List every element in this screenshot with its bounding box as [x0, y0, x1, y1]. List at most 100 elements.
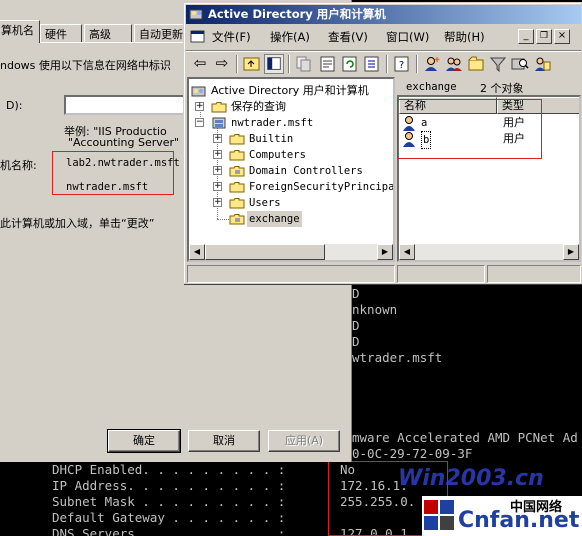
scroll-thumb[interactable]: [205, 244, 325, 260]
brand-english: Cnfan.net: [458, 508, 580, 533]
console-label: DNS Servers . . . . . . . . . :: [52, 526, 293, 536]
ad-root-icon: [191, 86, 206, 97]
toolbar-separator: [288, 55, 290, 73]
toolbar-separator: [416, 55, 418, 73]
ou-icon: [229, 214, 245, 225]
tree-connector: [217, 219, 229, 220]
console-line: 0-0C-29-72-09-3F: [352, 446, 473, 461]
console-line: D: [352, 286, 360, 301]
toolbar-separator: [386, 55, 388, 73]
tree-root-label: Active Directory 用户和计算机: [211, 84, 369, 97]
folder-icon: [229, 150, 245, 161]
apply-button[interactable]: 应用(A): [268, 430, 340, 452]
new-ou-icon[interactable]: [466, 54, 486, 74]
tree-item-label: Builtin: [249, 133, 294, 145]
tree-item-label: nwtrader.msft: [231, 117, 314, 129]
tree-horizontal-scrollbar[interactable]: ◀ ▶: [189, 244, 393, 260]
menu-action[interactable]: 操作(A): [270, 29, 310, 45]
console-label: IP Address. . . . . . . . . . :: [52, 478, 293, 493]
console-tree: Active Directory 用户和计算机 + 保存的查询 − nwtrad…: [187, 77, 395, 262]
list-horizontal-scrollbar[interactable]: ◀ ▶: [399, 244, 579, 260]
domain-icon: [212, 117, 226, 129]
computer-description-input[interactable]: [64, 95, 194, 115]
ou-icon: [229, 166, 245, 177]
folder-icon: [211, 102, 227, 113]
tree-item-label: 保存的查询: [231, 100, 286, 113]
menu-file[interactable]: 文件(F): [212, 29, 251, 45]
scroll-right-icon[interactable]: ▶: [563, 244, 579, 260]
tab-hardware[interactable]: 硬件: [40, 24, 82, 42]
toolbar: ⇦ ⇨ ?: [186, 50, 581, 76]
console-line: D: [352, 318, 360, 333]
status-bar-left: [187, 265, 395, 283]
copy-icon[interactable]: [294, 54, 314, 74]
tree-item-label: Users: [249, 197, 281, 209]
collapse-icon[interactable]: −: [195, 118, 204, 127]
menu-view[interactable]: 查看(V): [328, 29, 368, 45]
tab-advanced[interactable]: 高级: [84, 24, 132, 42]
console-line: wtrader.msft: [352, 350, 443, 365]
site-watermark: Win2003.cn: [398, 466, 544, 491]
system-menu-icon[interactable]: [190, 29, 206, 45]
forward-icon[interactable]: ⇨: [212, 54, 232, 74]
back-icon[interactable]: ⇦: [190, 54, 210, 74]
help-icon[interactable]: ?: [392, 54, 412, 74]
refresh-icon[interactable]: [340, 54, 360, 74]
console-line: mware Accelerated AMD PCNet Ad: [352, 430, 578, 445]
folder-icon: [229, 134, 245, 145]
list-title: exchange: [406, 81, 457, 93]
tree-item-label: exchange: [247, 211, 302, 227]
new-user-icon[interactable]: [422, 54, 442, 74]
cancel-button[interactable]: 取消: [188, 430, 260, 452]
console-label: DHCP Enabled. . . . . . . . . :: [52, 462, 293, 477]
ok-button[interactable]: 确定: [107, 429, 181, 453]
scroll-left-icon[interactable]: ◀: [399, 244, 415, 260]
window-title: Active Directory 用户和计算机: [208, 7, 386, 21]
annotation-box-name: [52, 151, 174, 195]
show-hide-tree-icon[interactable]: [264, 54, 284, 74]
svg-text:?: ?: [399, 60, 404, 71]
close-icon[interactable]: ×: [554, 29, 570, 44]
status-bar-middle: [397, 265, 485, 283]
status-bar-right: [487, 265, 581, 283]
intro-text: ndows 使用以下信息在网络中标识: [0, 59, 171, 72]
filter-icon[interactable]: [488, 54, 508, 74]
expand-icon[interactable]: +: [195, 102, 204, 111]
console-line: nknown: [352, 302, 398, 317]
description-label: D):: [6, 99, 23, 112]
console-label: Default Gateway . . . . . . . :: [52, 510, 293, 525]
expand-icon[interactable]: +: [213, 166, 222, 175]
expand-icon[interactable]: +: [213, 150, 222, 159]
expand-icon[interactable]: +: [213, 198, 222, 207]
object-count: 2 个对象: [480, 82, 524, 95]
brand-watermark: 中国网络 Cnfan.net: [422, 496, 582, 536]
tree-item-label: Computers: [249, 149, 306, 161]
menu-help[interactable]: 帮助(H): [444, 29, 485, 45]
ad-users-computers-window: Active Directory 用户和计算机 文件(F) 操作(A) 查看(V…: [183, 2, 582, 284]
minimize-icon[interactable]: _: [518, 29, 534, 44]
properties-icon[interactable]: [318, 54, 338, 74]
scroll-right-icon[interactable]: ▶: [377, 244, 393, 260]
up-level-icon[interactable]: [242, 54, 262, 74]
folder-icon: [229, 198, 245, 209]
expand-icon[interactable]: +: [213, 182, 222, 191]
tab-computer-name[interactable]: 算机名: [0, 20, 40, 43]
ad-app-icon: [189, 9, 203, 20]
find-icon[interactable]: [510, 54, 530, 74]
new-group-icon[interactable]: [444, 54, 464, 74]
scroll-left-icon[interactable]: ◀: [189, 244, 205, 260]
restore-icon[interactable]: ❐: [536, 29, 552, 44]
expand-icon[interactable]: +: [213, 134, 222, 143]
add-to-group-icon[interactable]: [532, 54, 552, 74]
full-name-label: 机名称:: [0, 159, 37, 172]
folder-icon: [229, 182, 245, 193]
title-bar[interactable]: Active Directory 用户和计算机: [186, 5, 581, 24]
annotation-box-users: [397, 99, 542, 159]
menu-window[interactable]: 窗口(W): [386, 29, 429, 45]
tree-item-label: Domain Controllers: [249, 165, 363, 177]
menu-bar: 文件(F) 操作(A) 查看(V) 窗口(W) 帮助(H) _ ❐ ×: [186, 26, 581, 48]
brand-logo-icon: [424, 500, 454, 530]
tree-item-label: ForeignSecurityPrincipa: [249, 181, 395, 193]
toolbar-separator: [236, 55, 238, 73]
export-list-icon[interactable]: [362, 54, 382, 74]
